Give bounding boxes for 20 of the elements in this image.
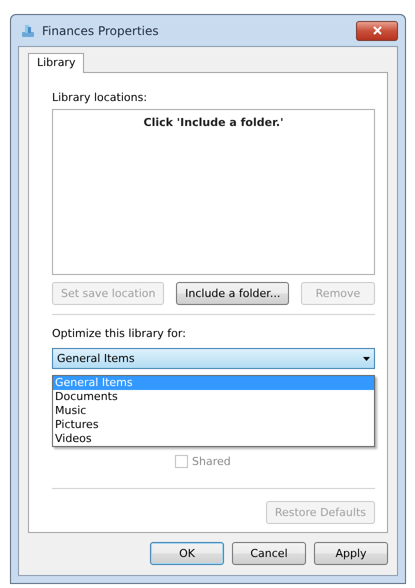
dropdown-option[interactable]: Music xyxy=(53,404,374,418)
locations-label: Library locations: xyxy=(52,91,148,104)
library-icon xyxy=(20,22,36,38)
dialog-button[interactable]: Apply xyxy=(314,542,388,565)
window-title: Finances Properties xyxy=(42,24,159,38)
locations-list[interactable]: Click 'Include a folder.' xyxy=(52,109,375,275)
shared-label: Shared xyxy=(192,455,231,468)
optimize-dropdown[interactable]: General Items xyxy=(52,348,375,369)
optimize-label: Optimize this library for: xyxy=(52,327,187,340)
dropdown-option[interactable]: Documents xyxy=(53,390,374,404)
close-button[interactable] xyxy=(356,20,398,40)
empty-list-hint: Click 'Include a folder.' xyxy=(144,116,284,131)
dialog-button[interactable]: OK xyxy=(150,542,224,565)
close-icon xyxy=(372,26,382,35)
dialog-button[interactable]: Cancel xyxy=(232,542,306,565)
dropdown-option[interactable]: Videos xyxy=(53,432,374,446)
dropdown-arrow-icon xyxy=(363,356,370,360)
dropdown-option[interactable]: Pictures xyxy=(53,418,374,432)
tab[interactable]: Library xyxy=(28,53,84,73)
location-button[interactable]: Include a folder... xyxy=(176,282,290,305)
